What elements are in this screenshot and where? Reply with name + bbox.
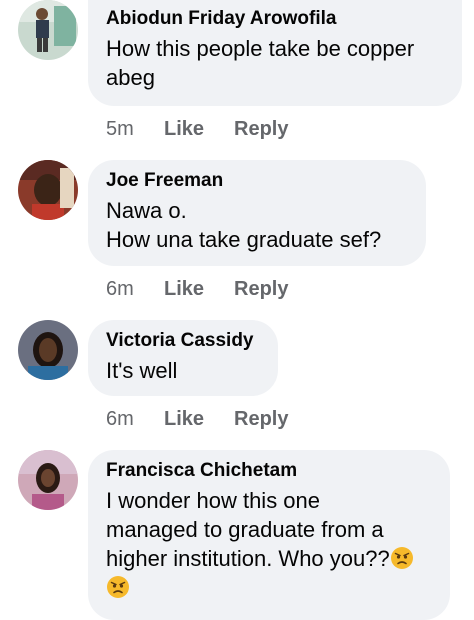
comment-timestamp[interactable]: 6m <box>106 278 134 301</box>
pouting-face-icon <box>390 547 413 569</box>
avatar[interactable] <box>18 160 78 220</box>
like-button[interactable]: Like <box>164 408 204 431</box>
comment-timestamp[interactable]: 5m <box>106 118 134 141</box>
comment-text: How this people take be copper abeg <box>106 36 415 90</box>
comment-author[interactable]: Victoria Cassidy <box>106 329 260 353</box>
like-button[interactable]: Like <box>164 118 204 141</box>
reply-button[interactable]: Reply <box>234 278 288 301</box>
comment-bubble[interactable]: Francisca Chichetam I wonder how this on… <box>88 450 450 620</box>
avatar[interactable] <box>18 450 78 510</box>
comment-text: I wonder how this one managed to graduat… <box>106 486 432 602</box>
comment-text-body: I wonder how this one managed to graduat… <box>106 488 390 571</box>
reply-button[interactable]: Reply <box>234 118 288 141</box>
comment-bubble[interactable]: Joe Freeman Nawa o. How una take graduat… <box>88 160 426 266</box>
pouting-face-icon <box>107 576 129 598</box>
comment-text: It's well <box>106 358 178 383</box>
comment-timestamp[interactable]: 6m <box>106 408 134 431</box>
avatar[interactable] <box>18 0 78 60</box>
comment-author[interactable]: Francisca Chichetam <box>106 459 432 483</box>
comment-author[interactable]: Abiodun Friday Arowofila <box>106 7 444 31</box>
avatar[interactable] <box>18 320 78 380</box>
comment-text: Nawa o. How una take graduate sef? <box>106 198 382 252</box>
comment-bubble[interactable]: Victoria Cassidy It's well <box>88 320 278 396</box>
reply-button[interactable]: Reply <box>234 408 288 431</box>
comment-bubble[interactable]: Abiodun Friday Arowofila How this people… <box>88 0 462 106</box>
like-button[interactable]: Like <box>164 278 204 301</box>
comment-author[interactable]: Joe Freeman <box>106 169 408 193</box>
